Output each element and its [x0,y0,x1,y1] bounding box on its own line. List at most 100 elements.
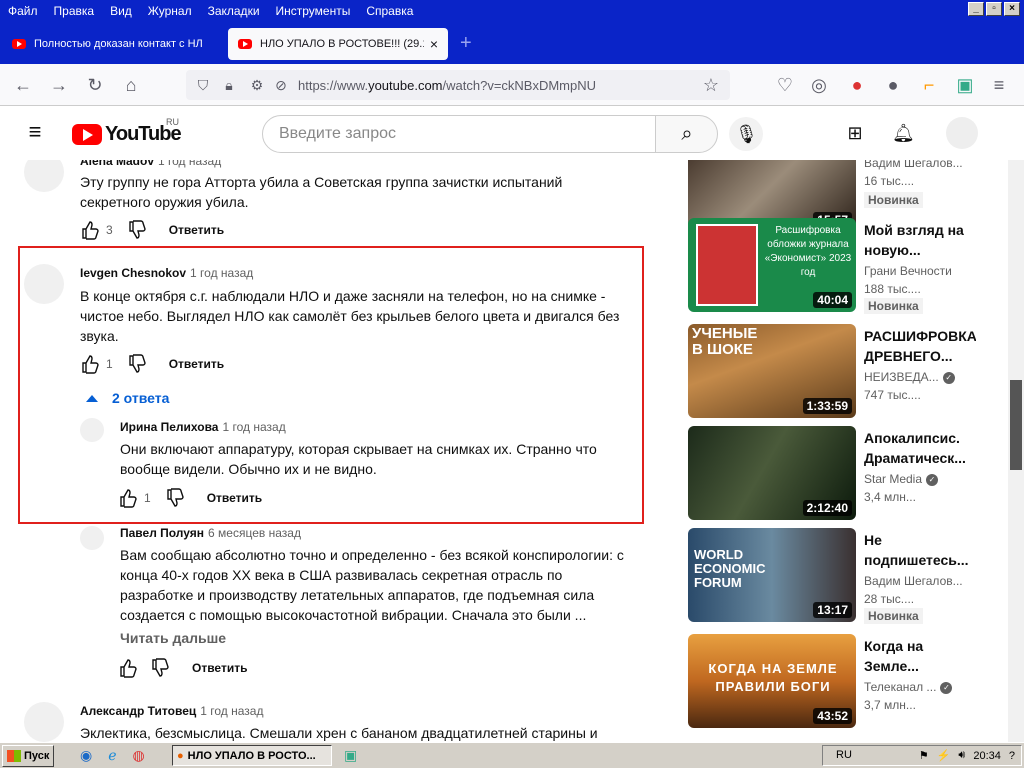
video-title[interactable]: Когда на Земле... [864,636,972,676]
reply-button[interactable]: Ответить [207,491,262,505]
new-tab-icon[interactable]: + [460,32,472,55]
reload-icon[interactable]: ↻ [84,74,106,96]
channel-name[interactable]: Вадим Шегалов... [864,574,963,588]
extension-icon[interactable]: ● [882,74,904,96]
shield-icon[interactable]: ⛉ [192,74,214,96]
menu-help[interactable]: Справка [358,4,421,18]
like-icon[interactable] [80,354,100,374]
close-window-button[interactable]: × [1004,2,1020,16]
close-tab-icon[interactable]: × [430,36,438,52]
account-avatar[interactable] [946,117,978,149]
start-button[interactable]: Пуск [2,744,54,767]
voice-search-button[interactable]: 🎙︎ [729,117,763,151]
channel-name[interactable]: Вадим Шегалов... [864,160,963,170]
video-thumbnail[interactable]: УЧЕНЫЕ В ШОКЕ 1:33:59 [688,324,856,418]
youtube-logo[interactable]: YouTube RU [72,117,182,146]
like-icon[interactable] [118,658,138,678]
dislike-icon[interactable] [127,220,147,240]
permissions-icon[interactable]: ⚙ [246,74,268,96]
tray-help-icon[interactable]: ? [1009,750,1015,762]
show-desktop-icon[interactable]: ◉ [80,747,92,764]
create-video-icon[interactable]: ⊞ [844,122,866,144]
hamburger-menu-icon[interactable]: ≡ [988,74,1010,96]
tray-clock: 20:34 [973,749,1001,762]
channel-name[interactable]: Телеканал ... ✓ [864,680,953,694]
internet-explorer-icon[interactable]: ℯ [108,747,116,764]
tray-flag-icon[interactable]: ⚑ [919,749,929,762]
lock-icon[interactable]: 🔒︎ [218,74,240,96]
tracking-icon[interactable]: ⊘ [270,74,292,96]
menu-file[interactable]: Файл [0,4,46,18]
video-thumbnail[interactable]: 2:12:40 [688,426,856,520]
youtube-favicon-icon [12,39,26,49]
taskbar-app-icon[interactable]: ▣ [344,747,357,764]
video-card[interactable]: КОГДА НА ЗЕМЛЕ ПРАВИЛИ БОГИ 43:52 Когда … [686,634,976,730]
video-card[interactable]: Расшифровка обложки журнала «Экономист» … [686,218,976,314]
tab-ufo-contact[interactable]: Полностью доказан контакт с НЛ [2,28,220,60]
window-label: НЛО УПАЛО В РОСТО... [187,749,316,762]
tray-network-icon[interactable]: ⚡ [937,749,951,762]
reply-button[interactable]: Ответить [192,661,247,675]
menu-bookmarks[interactable]: Закладки [200,4,268,18]
channel-name[interactable]: НЕИЗВЕДА... ✓ [864,370,955,384]
video-thumbnail[interactable]: Расшифровка обложки журнала «Экономист» … [688,218,856,312]
video-card[interactable]: УЧЕНЫЕ В ШОКЕ 1:33:59 РАСШИФРОВКА ДРЕВНЕ… [686,324,976,420]
forward-icon[interactable]: → [48,74,70,96]
dislike-icon[interactable] [150,658,170,678]
tray-volume-icon[interactable]: 🔊︎ [958,749,965,762]
pocket-icon[interactable]: ♡ [774,74,796,96]
comment-author[interactable]: Александр Титовец 1 год назад [80,704,263,718]
translate-icon[interactable]: ◎ [808,74,830,96]
menu-edit[interactable]: Правка [46,4,103,18]
comment-author[interactable]: Павел Полуян 6 месяцев назад [120,526,301,540]
scrollbar-thumb[interactable] [1010,380,1022,470]
like-icon[interactable] [118,488,138,508]
avatar[interactable] [24,702,64,742]
avatar[interactable] [24,160,64,192]
comment-author[interactable]: Alena Madov 1 год назад [80,160,221,168]
video-title[interactable]: Апокалипсис. Драматическ... [864,428,972,468]
maximize-button[interactable]: ▫ [986,2,1002,16]
home-icon[interactable]: ⌂ [120,74,142,96]
replies-toggle-button[interactable]: 2 ответа [84,390,169,406]
like-icon[interactable] [80,220,100,240]
minimize-button[interactable]: _ [968,2,984,16]
search-input[interactable]: Введите запрос [262,115,656,153]
video-thumbnail[interactable]: КОГДА НА ЗЕМЛЕ ПРАВИЛИ БОГИ 43:52 [688,634,856,728]
page-scrollbar[interactable] [1008,160,1024,742]
taskbar-window-button[interactable]: ● НЛО УПАЛО В РОСТО... [172,745,332,766]
extension-adblock-icon[interactable]: ● [846,74,868,96]
tab-ufo-rostov[interactable]: НЛО УПАЛО В РОСТОВЕ!!! (29.10. × [228,28,448,60]
video-card[interactable]: WORLD ECONOMIC FORUM 13:17 Не подпишетес… [686,528,976,624]
comment-author[interactable]: Ирина Пелихова 1 год назад [120,420,286,434]
like-count: 1 [144,491,151,505]
avatar[interactable] [80,526,104,550]
menu-history[interactable]: Журнал [140,4,200,18]
video-card[interactable]: 2:12:40 Апокалипсис. Драматическ... Star… [686,426,976,522]
avatar[interactable] [24,264,64,304]
video-title[interactable]: Не подпишетесь... [864,530,972,570]
dislike-icon[interactable] [127,354,147,374]
guide-menu-icon[interactable]: ≡ [24,121,46,143]
reply-button[interactable]: Ответить [169,223,224,237]
bookmark-star-icon[interactable]: ☆ [700,74,722,96]
avatar[interactable] [80,418,104,442]
back-icon[interactable]: ← [12,74,34,96]
menu-tools[interactable]: Инструменты [268,4,359,18]
video-thumbnail[interactable]: WORLD ECONOMIC FORUM 13:17 [688,528,856,622]
notifications-bell-icon[interactable]: 🔔︎ [892,122,915,144]
menu-view[interactable]: Вид [102,4,140,18]
video-title[interactable]: РАСШИФРОВКА ДРЕВНЕГО... [864,326,976,366]
channel-name[interactable]: Star Media ✓ [864,472,939,486]
extension-icon[interactable]: ▣ [954,74,976,96]
comment-author[interactable]: Ievgen Chesnokov 1 год назад [80,266,253,280]
search-button[interactable]: ⌕ [655,115,718,153]
channel-name[interactable]: Грани Вечности [864,264,952,278]
dislike-icon[interactable] [165,488,185,508]
read-more-link[interactable]: Читать дальше [120,630,226,646]
chrome-icon[interactable]: ◍ [133,747,145,764]
reply-button[interactable]: Ответить [169,357,224,371]
url-bar[interactable]: ⛉ 🔒︎ ⚙ ⊘ https://www.youtube.com/watch?v… [186,70,730,100]
video-title[interactable]: Мой взгляд на новую... [864,220,972,260]
extension-icon[interactable]: ⌐ [918,74,940,96]
